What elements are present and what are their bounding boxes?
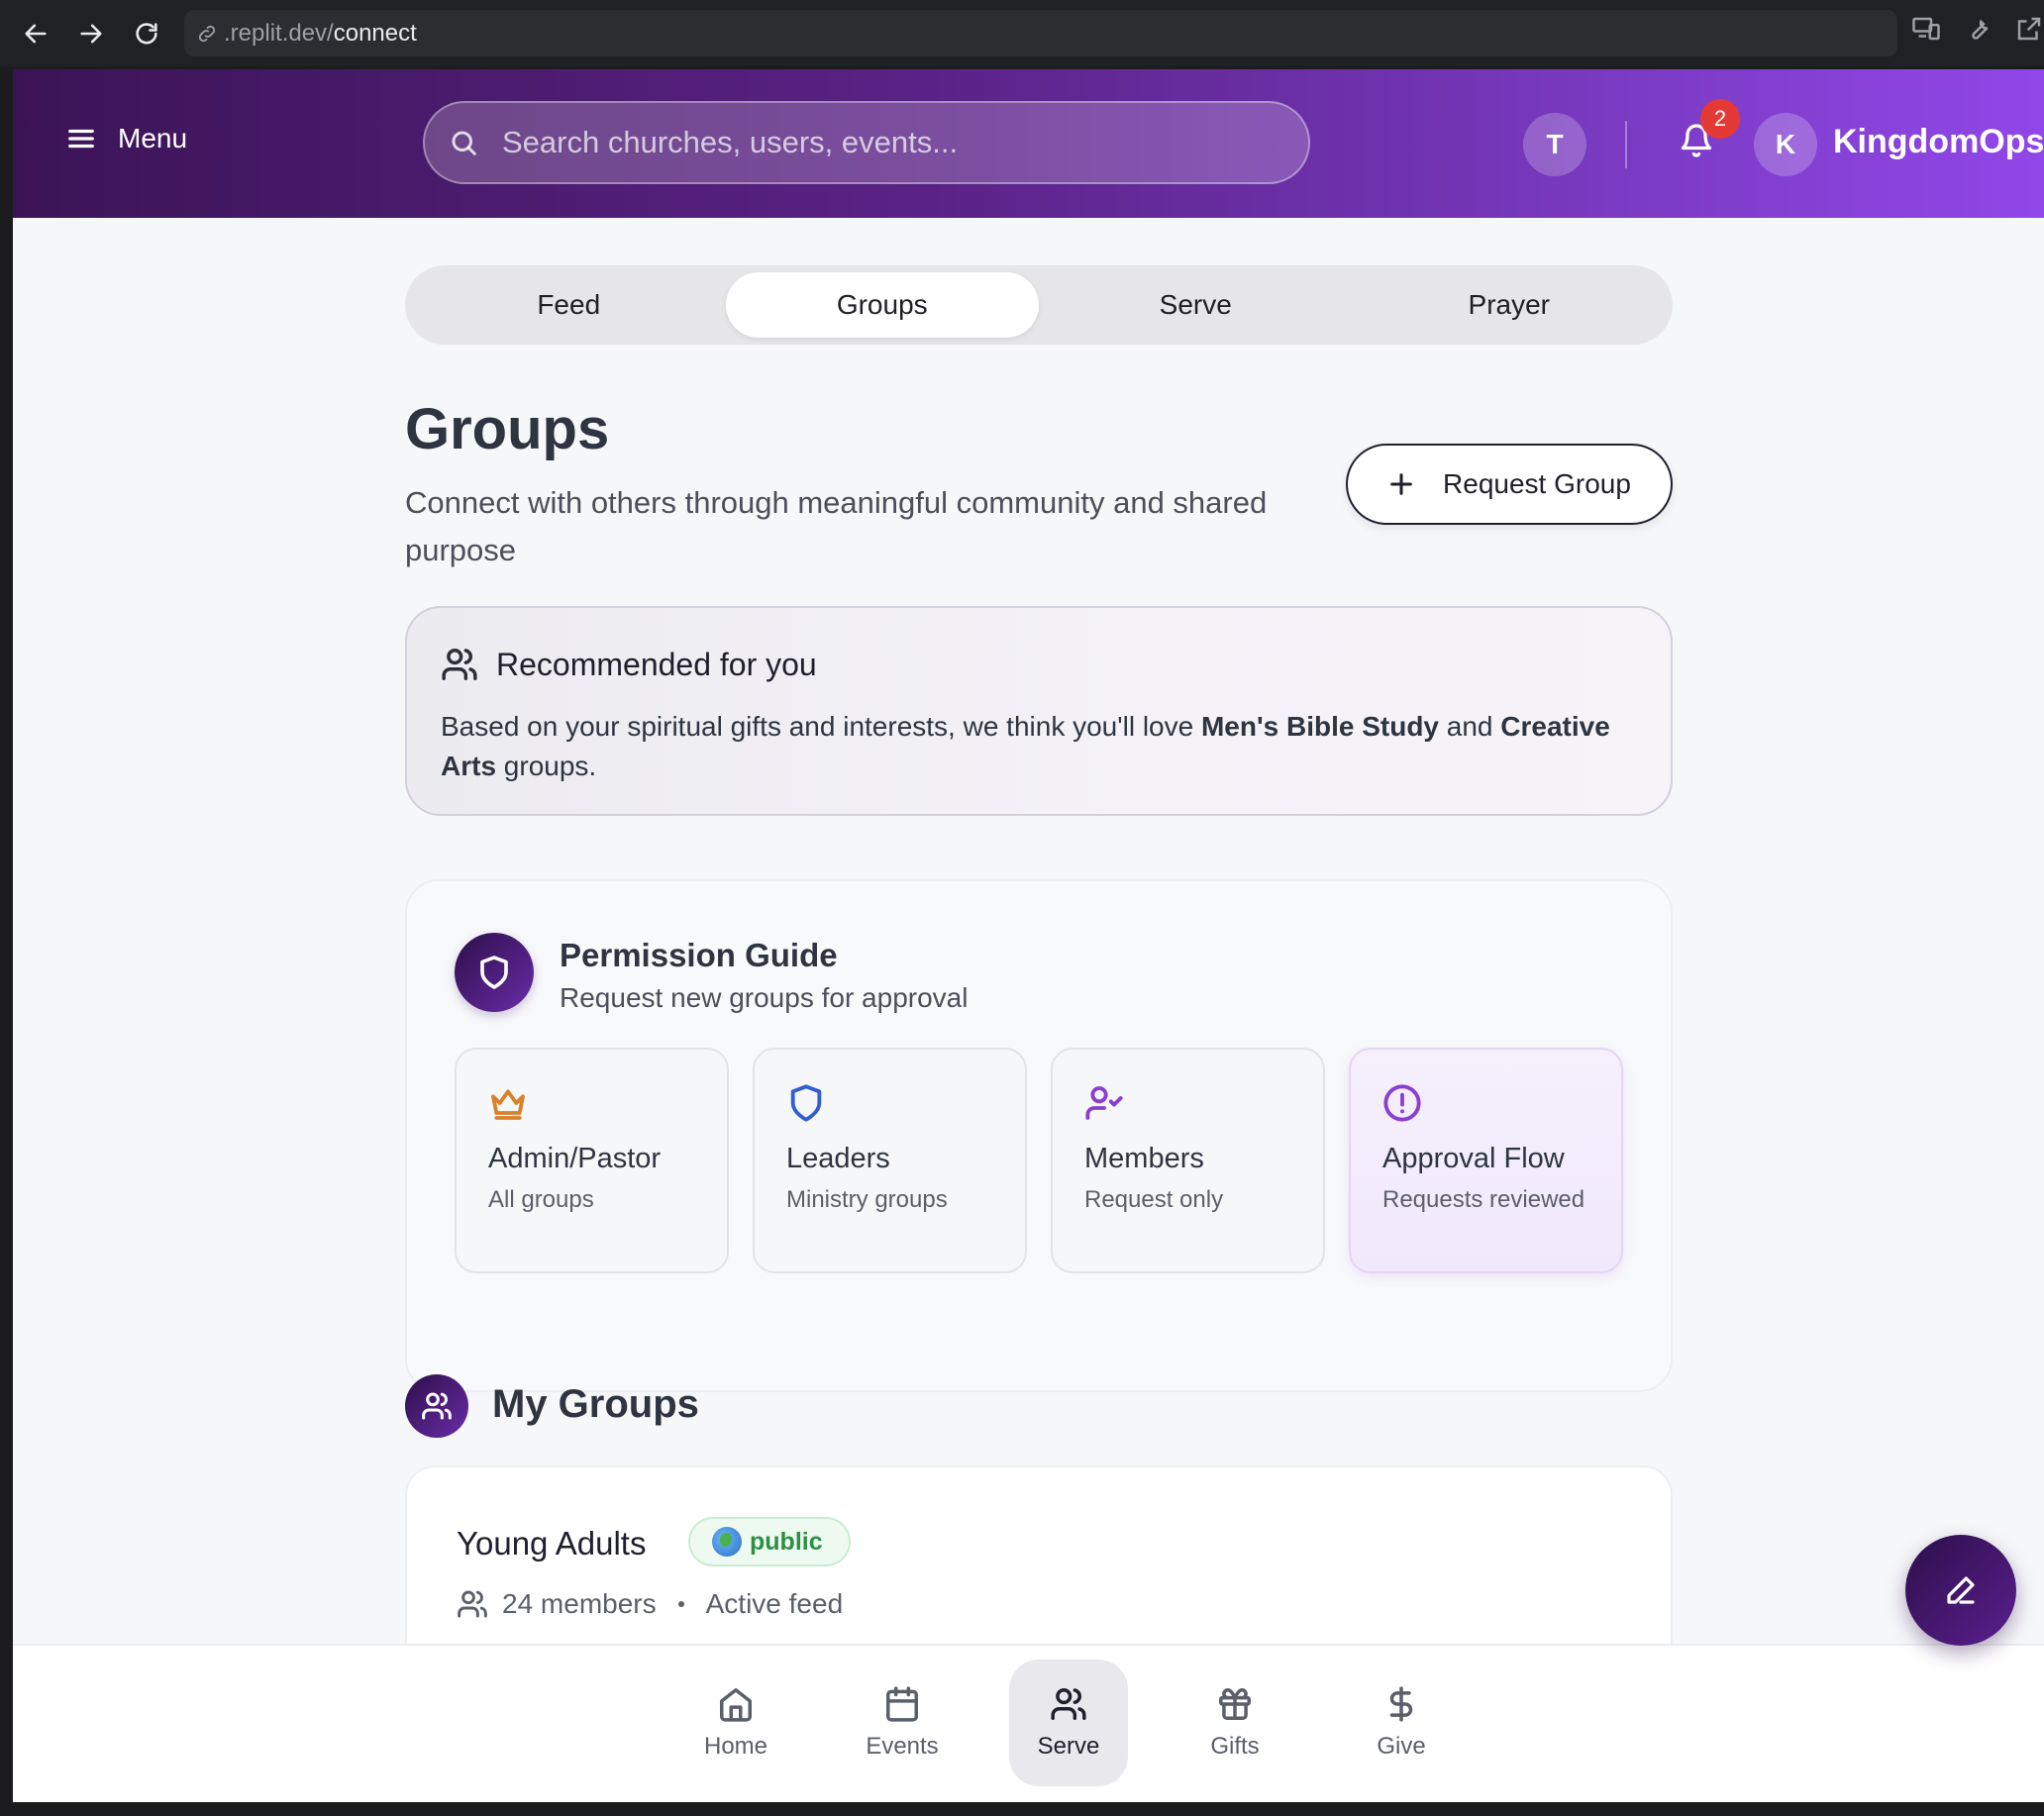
calendar-icon [886, 1686, 918, 1722]
app-viewport: Menu T 2 K KingdomOps Feed Groups Serve … [13, 69, 2044, 1802]
permission-card-subtitle: All groups [488, 1186, 594, 1213]
bottom-navigation: Home Events Serve Gifts Give [13, 1644, 2044, 1802]
group-name[interactable]: Young Adults [457, 1525, 646, 1563]
compose-button[interactable] [1905, 1535, 2016, 1646]
permission-card-subtitle: Ministry groups [786, 1186, 948, 1213]
permission-card-title: Members [1084, 1143, 1204, 1174]
brand-name[interactable]: KingdomOps [1833, 123, 2044, 161]
users-icon [422, 1392, 452, 1420]
permission-card-title: Admin/Pastor [488, 1143, 662, 1174]
permission-card-leaders: Leaders Ministry groups [753, 1048, 1027, 1273]
permission-guide-subtitle: Request new groups for approval [560, 982, 969, 1013]
page-title: Groups [405, 397, 610, 461]
browser-toolbar: .replit.dev/connect [0, 0, 2044, 66]
window-bottom-edge [0, 1802, 2044, 1816]
permission-guide-card: Permission Guide Request new groups for … [405, 879, 1673, 1392]
recommended-card: Recommended for you Based on your spirit… [405, 606, 1673, 816]
menu-button[interactable]: Menu [66, 123, 187, 154]
member-count: 24 members [502, 1588, 657, 1619]
external-link-icon[interactable] [2014, 14, 2044, 44]
shield-icon [480, 956, 508, 989]
nav-label: Events [866, 1733, 939, 1760]
section-tabs: Feed Groups Serve Prayer [405, 265, 1673, 345]
nav-events[interactable]: Events [819, 1660, 985, 1786]
visibility-label: public [750, 1527, 823, 1556]
reload-button[interactable] [127, 14, 166, 53]
crown-icon [491, 1089, 525, 1120]
pen-icon [1947, 1576, 1975, 1604]
forward-button[interactable] [71, 14, 111, 53]
nav-label: Serve [1037, 1733, 1100, 1760]
tab-groups[interactable]: Groups [725, 272, 1039, 338]
nav-home[interactable]: Home [653, 1660, 819, 1786]
recommended-header: Recommended for you [441, 646, 817, 683]
nav-gifts[interactable]: Gifts [1152, 1660, 1318, 1786]
dollar-icon [1389, 1686, 1413, 1722]
search-bar[interactable] [423, 101, 1310, 184]
nav-serve[interactable]: Serve [1009, 1660, 1128, 1786]
permission-cards: Admin/Pastor All groups Leaders Ministry… [455, 1048, 1623, 1273]
brand-avatar[interactable]: K [1754, 113, 1817, 176]
permission-guide-badge [455, 933, 534, 1012]
group-status: Active feed [705, 1588, 844, 1619]
menu-label: Menu [118, 123, 188, 153]
tab-feed[interactable]: Feed [412, 272, 726, 338]
users-icon [1051, 1688, 1086, 1720]
permission-card-title: Leaders [786, 1143, 890, 1174]
search-icon [452, 131, 476, 155]
tab-serve[interactable]: Serve [1039, 272, 1353, 338]
users-icon [458, 1590, 487, 1618]
url-text: .replit.dev/connect [224, 19, 417, 47]
arrow-left-icon [25, 24, 47, 43]
permission-card-admin: Admin/Pastor All groups [455, 1048, 729, 1273]
home-icon [720, 1688, 752, 1722]
my-groups-title: My Groups [492, 1382, 699, 1426]
app-header: Menu T 2 K KingdomOps [13, 69, 2044, 218]
gift-icon [1219, 1688, 1251, 1720]
devices-icon[interactable] [1911, 14, 1941, 44]
permission-card-subtitle: Requests reviewed [1382, 1186, 1585, 1213]
permission-card-members: Members Request only [1051, 1048, 1325, 1273]
permission-card-title: Approval Flow [1382, 1143, 1565, 1174]
bottom-nav-items: Home Events Serve Gifts Give [653, 1660, 1484, 1786]
recommended-text: Based on your spiritual gifts and intere… [441, 711, 1610, 781]
user-check-icon [1085, 1086, 1123, 1120]
permission-card-subtitle: Request only [1084, 1186, 1224, 1213]
nav-label: Gifts [1210, 1733, 1260, 1760]
address-bar[interactable]: .replit.dev/connect [184, 10, 1897, 56]
visibility-badge: public [688, 1517, 851, 1566]
recommended-group-link[interactable]: Men's Bible Study [1201, 711, 1439, 742]
search-input[interactable] [502, 125, 1275, 160]
my-groups-badge [405, 1374, 468, 1438]
tab-prayer[interactable]: Prayer [1353, 272, 1667, 338]
header-divider [1625, 121, 1627, 168]
recommended-title: Recommended for you [496, 646, 817, 682]
permission-card-approval: Approval Flow Requests reviewed [1349, 1048, 1623, 1273]
nav-label: Give [1377, 1733, 1426, 1760]
hamburger-icon [68, 129, 94, 149]
notification-badge: 2 [1700, 99, 1740, 139]
nav-label: Home [703, 1733, 768, 1760]
permission-guide-title: Permission Guide [560, 937, 838, 973]
users-icon [442, 649, 477, 680]
browser-actions [1911, 14, 2044, 44]
user-avatar[interactable]: T [1523, 113, 1586, 176]
wrench-icon[interactable] [1963, 14, 1993, 44]
nav-give[interactable]: Give [1318, 1660, 1484, 1786]
back-button[interactable] [16, 14, 55, 53]
request-group-label: Request Group [1443, 468, 1631, 499]
shield-icon [790, 1084, 822, 1122]
link-icon [198, 25, 216, 42]
plus-icon [1390, 473, 1412, 495]
globe-icon [712, 1527, 742, 1557]
arrow-right-icon [80, 24, 102, 43]
separator-dot [677, 1601, 684, 1607]
alert-circle-icon [1383, 1084, 1421, 1122]
page-subtitle: Connect with others through meaningful c… [405, 485, 1268, 567]
request-group-button[interactable]: Request Group [1346, 444, 1673, 525]
reload-icon [136, 22, 157, 45]
group-meta: 24 members Active feed [457, 1588, 843, 1620]
